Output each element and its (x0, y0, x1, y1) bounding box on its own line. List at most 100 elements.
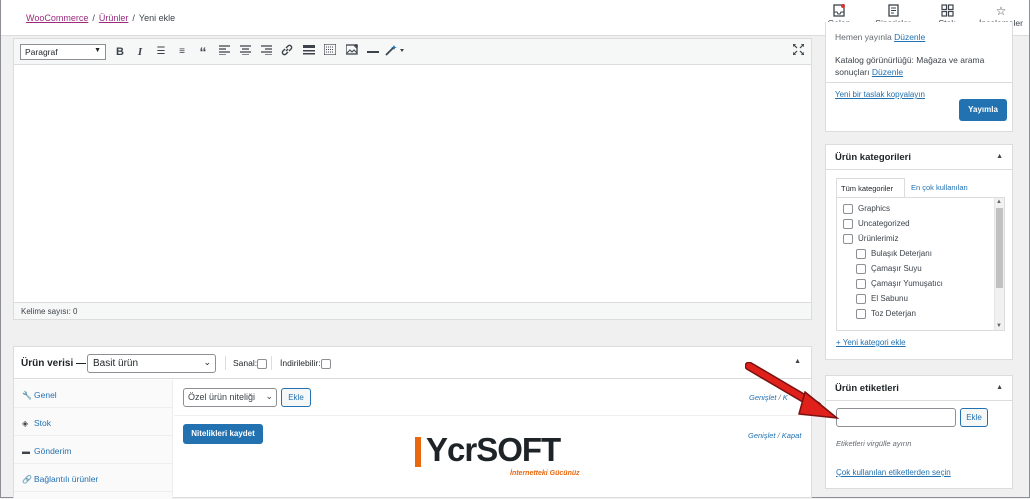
expand-close-links-bottom: Genişlet / Kapat (748, 431, 801, 440)
collapse-caret-icon[interactable]: ▲ (996, 384, 1003, 391)
category-item[interactable]: Ürünlerimiz (843, 234, 898, 244)
toolbar-toggle-icon[interactable] (322, 43, 338, 60)
category-item[interactable]: El Sabunu (856, 294, 908, 304)
numbered-list-icon[interactable]: ≡ (174, 44, 190, 60)
bullet-list-icon[interactable]: ☰ (153, 44, 169, 60)
downloadable-label-text: İndirilebilir: (280, 358, 321, 368)
product-type-select[interactable]: Basit ürün ⌄ (87, 354, 216, 373)
tab-inventory[interactable]: ◈ Stok (14, 408, 172, 436)
category-item[interactable]: Graphics (843, 204, 890, 214)
tab-linked-products[interactable]: 🔗 Bağlantılı ürünler (14, 464, 172, 492)
add-tag-button[interactable]: Ekle (960, 408, 988, 427)
tab-inventory-label: Stok (34, 418, 52, 428)
product-data-header: Ürün verisi — Basit ürün ⌄ Sanal: İndiril… (14, 347, 811, 379)
save-attributes-button[interactable]: Nitelikleri kaydet (183, 424, 263, 444)
logo-text: YcrSOFT (426, 431, 561, 468)
category-label: Graphics (858, 204, 891, 214)
publish-box: Hemen yayınla Düzenle Katalog görünürlüğ… (825, 22, 1013, 132)
link-icon[interactable] (279, 44, 295, 60)
edit-catalog-link[interactable]: Düzenle (872, 67, 903, 77)
ycrsoft-logo: YcrSOFT İnternetteki Gücünüz (415, 431, 591, 480)
category-item[interactable]: Uncategorized (843, 219, 910, 229)
category-checkbox[interactable] (856, 294, 866, 304)
category-checkbox[interactable] (843, 234, 853, 244)
wrench-icon: 🔧 (22, 391, 32, 400)
add-category-link[interactable]: + Yeni kategori ekle (836, 337, 906, 349)
editor-content-area[interactable] (14, 66, 811, 302)
bold-icon[interactable]: B (112, 44, 128, 60)
scrollbar-thumb[interactable] (996, 208, 1003, 288)
breadcrumb-products[interactable]: Ürünler (99, 13, 129, 23)
custom-attribute-select[interactable]: Özel ürün niteliği ⌄ (183, 388, 277, 407)
category-item[interactable]: Çamaşır Suyu (856, 264, 922, 274)
publish-button[interactable]: Yayımla (959, 99, 1007, 121)
category-list: Graphics Uncategorized Ürünlerimiz Bulaş… (836, 197, 1005, 331)
virtual-checkbox[interactable] (257, 358, 268, 369)
fullscreen-icon[interactable] (790, 43, 806, 60)
breadcrumb: WooCommerce / Ürünler / Yeni ekle (26, 13, 176, 23)
popular-tags-link[interactable]: Çok kullanılan etiketlerden seçin (836, 467, 951, 479)
expand-sep: / (777, 431, 780, 440)
publish-immediately-text: Hemen yayınla (835, 32, 892, 42)
add-attribute-button[interactable]: Ekle (281, 388, 311, 407)
edit-publish-link[interactable]: Düzenle (894, 32, 925, 42)
virtual-checkbox-label: Sanal: (233, 358, 268, 369)
category-item[interactable]: Çamaşır Yumuşatıcı (856, 279, 943, 289)
chevron-down-icon: ▼ (94, 47, 101, 54)
categories-box-header: Ürün kategorileri ▲ (826, 145, 1012, 170)
category-checkbox[interactable] (843, 204, 853, 214)
tab-shipping[interactable]: ▬ Gönderim (14, 436, 172, 464)
catalog-visibility: Katalog görünürlüğü: Mağaza ve arama son… (835, 54, 1005, 78)
blockquote-icon[interactable]: “ (195, 44, 211, 60)
category-item[interactable]: Bulaşık Deterjanı (856, 249, 932, 259)
category-item[interactable]: Toz Deterjan (856, 309, 916, 319)
align-left-icon[interactable] (216, 44, 232, 60)
collapse-caret-icon[interactable]: ▲ (996, 153, 1003, 160)
product-data-tabs: 🔧 Genel ◈ Stok ▬ Gönderim 🔗 Bağlantılı ürünl… (14, 380, 173, 499)
divider (174, 415, 811, 416)
scroll-up-icon[interactable]: ▲ (996, 199, 1002, 205)
breadcrumb-woocommerce[interactable]: WooCommerce (26, 13, 88, 23)
category-checkbox[interactable] (856, 279, 866, 289)
category-label: Ürünlerimiz (858, 234, 899, 244)
category-label: Çamaşır Yumuşatıcı (871, 279, 943, 289)
align-right-icon[interactable] (258, 44, 274, 60)
logo-bar (415, 437, 421, 467)
catalog-visibility-text: Katalog görünürlüğü: Mağaza ve arama son… (835, 55, 985, 77)
align-center-icon[interactable] (237, 44, 253, 60)
expand-link[interactable]: Genişlet (748, 431, 776, 440)
category-label: Toz Deterjan (871, 309, 916, 319)
add-media-icon[interactable] (344, 44, 360, 60)
category-checkbox[interactable] (843, 219, 853, 229)
category-scrollbar[interactable]: ▲ ▼ (994, 198, 1004, 330)
category-checkbox[interactable] (856, 264, 866, 274)
copy-draft-link[interactable]: Yeni bir taslak kopyalayın (835, 89, 925, 101)
content-editor: Paragraf ▼ B I ☰ ≡ “ Kelime sayısı: 0 (13, 38, 812, 320)
star-icon: ☆ (995, 4, 1007, 18)
tag-input[interactable] (836, 408, 956, 427)
category-label: Çamaşır Suyu (871, 264, 922, 274)
tab-popular-categories[interactable]: En çok kullanılan (907, 178, 987, 198)
format-select-value: Paragraf (25, 47, 58, 57)
close-link[interactable]: Kapat (782, 431, 802, 440)
tab-general[interactable]: 🔧 Genel (14, 380, 172, 408)
logo-tagline: İnternetteki Gücünüz (510, 470, 580, 477)
chevron-down-icon: ⌄ (265, 391, 273, 401)
scroll-down-icon[interactable]: ▼ (996, 323, 1002, 329)
product-data-title: Ürün verisi — (21, 358, 87, 369)
format-select[interactable]: Paragraf ▼ (20, 44, 106, 60)
downloadable-checkbox[interactable] (320, 358, 331, 369)
horizontal-line-icon[interactable] (301, 44, 317, 60)
category-checkbox[interactable] (856, 249, 866, 259)
magic-wand-icon[interactable] (384, 44, 406, 60)
breadcrumb-current: Yeni ekle (138, 13, 176, 23)
italic-icon[interactable]: I (132, 44, 148, 60)
word-count: Kelime sayısı: 0 (14, 302, 811, 319)
attribute-select-value: Özel ürün niteliği (188, 392, 256, 402)
tab-linked-label: Bağlantılı ürünler (34, 474, 99, 484)
tags-box: Ürün etiketleri ▲ Ekle Etiketleri virgüll… (825, 375, 1013, 489)
more-icon[interactable] (365, 44, 381, 60)
stock-icon (927, 4, 967, 18)
category-checkbox[interactable] (856, 309, 866, 319)
tab-all-categories[interactable]: Tüm kategoriler (836, 178, 905, 198)
